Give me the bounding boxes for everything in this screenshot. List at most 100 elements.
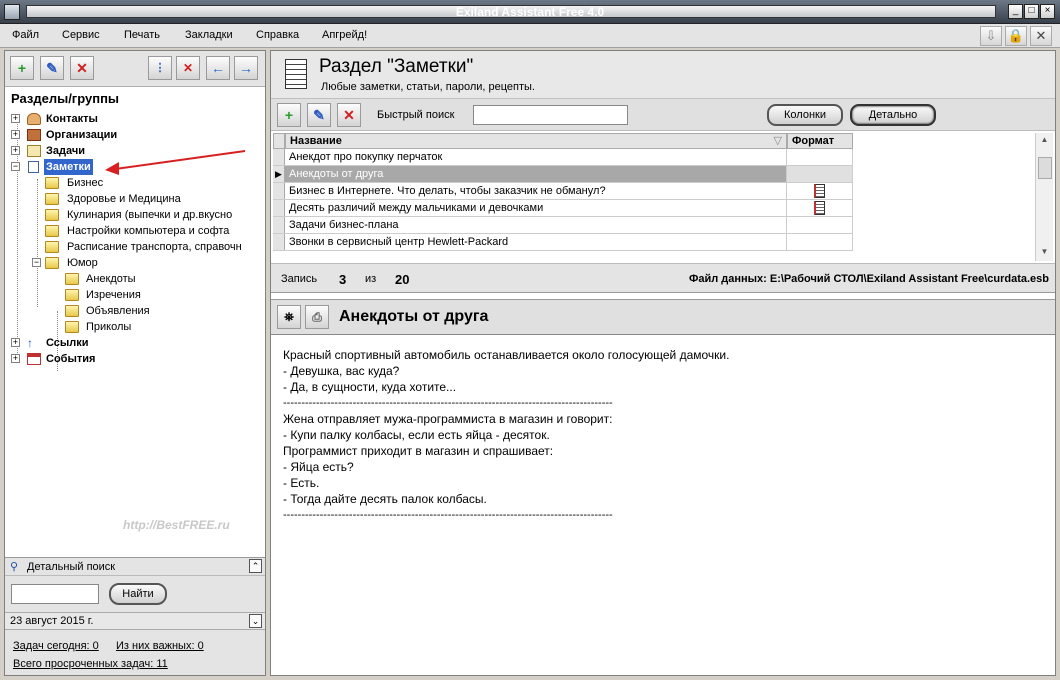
- detail-button[interactable]: Детально: [850, 104, 936, 126]
- collapse-panel-icon[interactable]: ⌃: [249, 559, 262, 573]
- tree-structure-icon[interactable]: ⋮: [148, 56, 172, 80]
- folder-icon: [45, 193, 59, 205]
- tree-item-organizations[interactable]: + Организации: [7, 127, 263, 143]
- columns-button[interactable]: Колонки: [767, 104, 843, 126]
- tree-item-quotes[interactable]: Изречения: [7, 287, 263, 303]
- menu-print[interactable]: Печать: [124, 29, 160, 41]
- tasks-important-link[interactable]: Из них важных: 0: [116, 640, 204, 652]
- maximize-icon[interactable]: □: [1024, 4, 1039, 19]
- quick-search-label: Быстрый поиск: [377, 109, 455, 121]
- arrow-right-icon[interactable]: →: [234, 56, 258, 80]
- tree-item-events[interactable]: + События: [7, 351, 263, 367]
- menu-file[interactable]: Файл: [12, 29, 39, 41]
- scroll-up-icon[interactable]: ▲: [1038, 135, 1051, 147]
- date-bar[interactable]: 23 август 2015 г. ⌄: [5, 612, 265, 630]
- tree-item-transport[interactable]: Расписание транспорта, справочн: [7, 239, 263, 255]
- tree-item-label: Юмор: [67, 257, 98, 269]
- tree-item-business[interactable]: Бизнес: [7, 175, 263, 191]
- menu-service[interactable]: Сервис: [62, 29, 100, 41]
- quick-search-input[interactable]: [473, 105, 628, 125]
- collapse-icon[interactable]: −: [32, 258, 41, 267]
- tree-item-humor[interactable]: − Юмор: [7, 255, 263, 271]
- record-current: 3: [339, 272, 347, 287]
- table-row[interactable]: Десять различий между мальчиками и девоч…: [273, 200, 853, 217]
- add-note-icon[interactable]: +: [277, 103, 301, 127]
- arrow-left-icon[interactable]: ←: [206, 56, 230, 80]
- record-status-bar: Запись 3 из 20 Файл данных: E:\Рабочий С…: [271, 263, 1055, 293]
- tree-item-label: События: [46, 353, 96, 365]
- download-icon[interactable]: ⇩: [980, 26, 1002, 46]
- link-icon: ↑: [27, 336, 33, 350]
- section-title: Раздел "Заметки": [319, 56, 474, 77]
- tree-item-label: Бизнес: [67, 177, 104, 189]
- scroll-thumb[interactable]: [1038, 157, 1052, 179]
- remove-structure-icon[interactable]: ✕: [176, 56, 200, 80]
- calendar-icon: [27, 353, 41, 365]
- row-indicator[interactable]: [273, 200, 285, 216]
- row-name: Звонки в сервисный центр Hewlett-Packard: [285, 234, 787, 250]
- detailed-search-header[interactable]: ⚲ Детальный поиск ⌃: [5, 558, 265, 576]
- row-format: [787, 183, 853, 199]
- tree-item-label: Здоровье и Медицина: [67, 193, 181, 205]
- table-row[interactable]: ▶ Анекдоты от друга: [273, 166, 853, 183]
- minimize-icon[interactable]: _: [1008, 4, 1023, 19]
- add-group-icon[interactable]: +: [10, 56, 34, 80]
- binoculars-icon[interactable]: ⛯: [277, 305, 301, 329]
- menu-bookmarks[interactable]: Закладки: [185, 29, 233, 41]
- expand-icon[interactable]: +: [11, 354, 20, 363]
- menu-upgrade[interactable]: Апгрейд!: [322, 29, 367, 41]
- organizations-icon: [27, 129, 41, 141]
- note-content[interactable]: Красный спортивный автомобиль останавлив…: [283, 347, 729, 523]
- expand-icon[interactable]: +: [11, 114, 20, 123]
- scroll-down-icon[interactable]: ▼: [1038, 247, 1051, 259]
- tree-item-label: Объявления: [86, 305, 150, 317]
- tree-item-cooking[interactable]: Кулинария (выпечки и др.вкусно: [7, 207, 263, 223]
- print-icon[interactable]: ⎙: [305, 305, 329, 329]
- row-name: Десять различий между мальчиками и девоч…: [285, 200, 787, 216]
- find-button[interactable]: Найти: [109, 583, 167, 605]
- table-row[interactable]: Звонки в сервисный центр Hewlett-Packard: [273, 234, 853, 251]
- column-header-name-label: Название: [290, 135, 342, 147]
- column-header-format[interactable]: Формат: [787, 133, 853, 149]
- tools-icon[interactable]: ✕: [1030, 26, 1052, 46]
- tree-item-links[interactable]: + ↑ Ссылки: [7, 335, 263, 351]
- grid-scrollbar[interactable]: ▲ ▼: [1035, 133, 1053, 261]
- row-indicator[interactable]: [273, 149, 285, 165]
- expand-icon[interactable]: +: [11, 338, 20, 347]
- expand-icon[interactable]: +: [11, 130, 20, 139]
- tree-item-computer-settings[interactable]: Настройки компьютера и софта: [7, 223, 263, 239]
- edit-group-icon[interactable]: ✎: [40, 56, 64, 80]
- row-indicator[interactable]: [273, 234, 285, 250]
- tree-item-health[interactable]: Здоровье и Медицина: [7, 191, 263, 207]
- column-header-name[interactable]: Название ▽: [285, 133, 787, 149]
- detailed-search-input[interactable]: [11, 584, 99, 604]
- close-icon[interactable]: ×: [1040, 4, 1055, 19]
- lock-icon[interactable]: 🔒: [1005, 26, 1027, 46]
- table-row[interactable]: Задачи бизнес-плана: [273, 217, 853, 234]
- expand-icon[interactable]: +: [11, 146, 20, 155]
- note-line: - Купи палку колбасы, если есть яйца - д…: [283, 428, 550, 442]
- note-line: - Тогда дайте десять палок колбасы.: [283, 492, 487, 506]
- delete-note-icon[interactable]: ✕: [337, 103, 361, 127]
- tree-item-pranks[interactable]: Приколы: [7, 319, 263, 335]
- table-row[interactable]: Бизнес в Интернете. Что делать, чтобы за…: [273, 183, 853, 200]
- folder-open-icon: [45, 257, 59, 269]
- tree-item-jokes[interactable]: Анекдоты: [7, 271, 263, 287]
- collapse-icon[interactable]: −: [11, 162, 20, 171]
- table-row[interactable]: Анекдот про покупку перчаток: [273, 149, 853, 166]
- tasks-overdue-link[interactable]: Всего просроченных задач: 11: [13, 658, 168, 670]
- tree-item-label: Задачи: [46, 145, 85, 157]
- delete-group-icon[interactable]: ✕: [70, 56, 94, 80]
- tree-item-label: Изречения: [86, 289, 141, 301]
- tree-item-ads[interactable]: Объявления: [7, 303, 263, 319]
- tree-item-contacts[interactable]: + Контакты: [7, 111, 263, 127]
- menu-help[interactable]: Справка: [256, 29, 299, 41]
- row-indicator[interactable]: ▶: [273, 166, 285, 182]
- expand-date-icon[interactable]: ⌄: [249, 614, 262, 628]
- edit-note-icon[interactable]: ✎: [307, 103, 331, 127]
- row-indicator[interactable]: [273, 217, 285, 233]
- row-format: [787, 234, 853, 250]
- folder-icon: [45, 225, 59, 237]
- tasks-today-link[interactable]: Задач сегодня: 0: [13, 640, 99, 652]
- row-indicator[interactable]: [273, 183, 285, 199]
